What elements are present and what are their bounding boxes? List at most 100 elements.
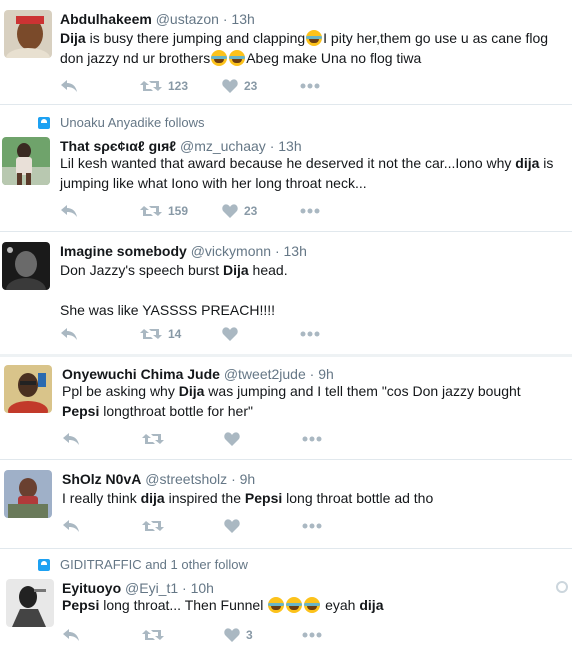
avatar[interactable] (4, 365, 52, 413)
tweet-text-segment: is (539, 155, 554, 171)
reply-button[interactable] (62, 625, 80, 645)
avatar[interactable] (6, 579, 54, 627)
like-button[interactable] (224, 516, 246, 536)
reply-button[interactable] (62, 429, 80, 449)
tweet-text-segment: Don Jazzy's speech burst (60, 262, 223, 278)
tweet-header: Abdulhakeem @ustazon · 13h (60, 10, 255, 28)
user-handle[interactable]: @mz_uchaay (180, 138, 266, 154)
like-button[interactable] (222, 324, 244, 344)
like-button[interactable]: 23 (222, 201, 257, 221)
tweet-text-line: Pepsi longthroat bottle for her" (62, 401, 521, 421)
tweet-text-segment: head. (248, 262, 288, 278)
reply-icon (61, 205, 77, 217)
heart-icon (222, 79, 238, 93)
avatar[interactable] (2, 137, 50, 185)
display-name[interactable]: That ѕρє¢ιαℓ gιяℓ (60, 138, 176, 154)
tweet-2[interactable]: Imagine somebody @vickymonn · 13h Don Ja… (0, 232, 572, 354)
user-handle[interactable]: @vickymonn (191, 243, 271, 259)
tweet-0[interactable]: Abdulhakeem @ustazon · 13h Dija is busy … (0, 0, 572, 104)
display-name[interactable]: ShOlz N0vA (62, 471, 141, 487)
avatar-image (2, 137, 50, 185)
tweet-text: I really think dija inspired the Pepsi l… (62, 488, 433, 508)
like-count: 23 (244, 79, 258, 93)
tweet-text: Lil kesh wanted that award because he de… (60, 153, 553, 193)
tweet-text-line: I really think dija inspired the Pepsi l… (62, 488, 433, 508)
timestamp[interactable]: 9h (240, 471, 256, 487)
highlighted-term: Dija (222, 262, 249, 278)
more-button[interactable] (300, 201, 320, 221)
tweet-text-line: Pepsi long throat... Then Funnel eyah di… (62, 595, 383, 615)
avatar[interactable] (4, 10, 52, 58)
timestamp[interactable]: 13h (231, 11, 254, 27)
retweet-icon (140, 206, 162, 216)
social-context[interactable]: GIDITRAFFIC and 1 other follow (38, 557, 248, 572)
tweet-text-segment: I really think (62, 490, 141, 506)
reply-button[interactable] (62, 516, 80, 536)
more-icon (300, 208, 320, 214)
more-icon (302, 523, 322, 529)
tweet-header: ShOlz N0vA @streetsholz · 9h (62, 470, 255, 488)
social-context-text: GIDITRAFFIC and 1 other follow (60, 557, 248, 572)
more-icon (302, 632, 322, 638)
more-button[interactable] (302, 516, 322, 536)
avatar[interactable] (2, 242, 50, 290)
retweet-button[interactable] (142, 516, 170, 536)
tweet-1[interactable]: Unoaku Anyadike follows That ѕρє¢ιαℓ gιя… (0, 105, 572, 231)
timestamp[interactable]: 13h (284, 243, 307, 259)
retweet-icon (142, 434, 164, 444)
globe-icon[interactable] (556, 581, 568, 593)
heart-icon (222, 327, 238, 341)
retweet-button[interactable]: 123 (140, 76, 188, 96)
more-button[interactable] (302, 429, 322, 449)
highlighted-term: Pepsi (62, 403, 100, 419)
tweet-actions: 159 23 (60, 201, 380, 221)
tears-of-joy-emoji-icon (286, 597, 303, 613)
highlighted-term: Pepsi (244, 490, 283, 506)
tweet-3[interactable]: Onyewuchi Chima Jude @tweet2jude · 9h Pp… (0, 357, 572, 459)
tweet-text-segment: was jumping and I tell them "cos Don jaz… (204, 383, 521, 399)
tweet-text-segment: is busy there jumping and clapping (85, 30, 306, 46)
retweet-count: 123 (168, 79, 189, 93)
retweet-icon (140, 329, 162, 339)
reply-button[interactable] (60, 76, 78, 96)
reply-button[interactable] (60, 201, 78, 221)
tweet-header: Imagine somebody @vickymonn · 13h (60, 242, 307, 260)
retweet-count: 159 (168, 204, 189, 218)
more-button[interactable] (300, 324, 320, 344)
like-button[interactable]: 23 (222, 76, 257, 96)
retweet-button[interactable] (142, 625, 170, 645)
user-handle[interactable]: @Eyi_t1 (125, 580, 178, 596)
more-button[interactable] (302, 625, 322, 645)
timestamp[interactable]: 9h (318, 366, 334, 382)
like-button[interactable] (224, 429, 246, 449)
display-name[interactable]: Eyituoyo (62, 580, 121, 596)
avatar[interactable] (4, 470, 52, 518)
user-handle[interactable]: @tweet2jude (224, 366, 306, 382)
tweet-actions: 123 23 (60, 76, 380, 96)
reply-icon (63, 520, 79, 532)
display-name[interactable]: Onyewuchi Chima Jude (62, 366, 220, 382)
tweet-4[interactable]: ShOlz N0vA @streetsholz · 9h I really th… (0, 460, 572, 548)
people-icon (38, 558, 50, 571)
retweet-button[interactable] (142, 429, 170, 449)
tweet-actions (62, 429, 382, 449)
retweet-button[interactable]: 159 (140, 201, 188, 221)
user-handle[interactable]: @streetsholz (145, 471, 227, 487)
reply-button[interactable] (60, 324, 78, 344)
tears-of-joy-emoji-icon (229, 50, 246, 66)
like-button[interactable]: 3 (224, 625, 253, 645)
user-handle[interactable]: @ustazon (156, 11, 219, 27)
reply-icon (63, 433, 79, 445)
reply-icon (63, 629, 79, 641)
display-name[interactable]: Abdulhakeem (60, 11, 152, 27)
more-button[interactable] (300, 76, 320, 96)
timestamp[interactable]: 13h (278, 138, 301, 154)
timestamp[interactable]: 10h (191, 580, 214, 596)
social-context[interactable]: Unoaku Anyadike follows (38, 115, 205, 130)
tweet-5[interactable]: GIDITRAFFIC and 1 other follow Eyituoyo … (0, 549, 572, 648)
tweet-text-line: don jazzy nd ur brothers Abeg make Una no… (60, 48, 548, 68)
retweet-button[interactable]: 14 (140, 324, 181, 344)
highlighted-term: dija (140, 490, 165, 506)
display-name[interactable]: Imagine somebody (60, 243, 187, 259)
tweet-text-line: She was like YASSSS PREACH!!!! (60, 300, 288, 320)
